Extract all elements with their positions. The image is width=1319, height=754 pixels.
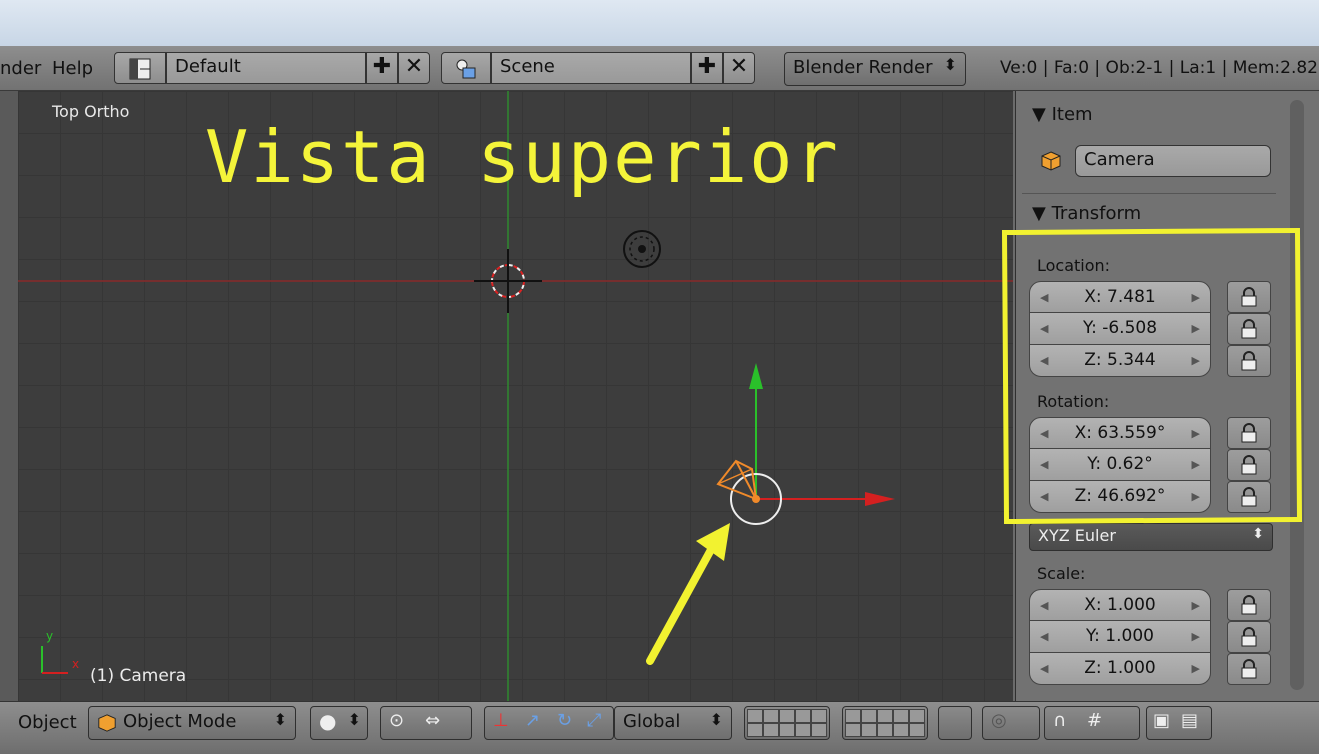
scene-icon	[456, 59, 476, 79]
lock-scale-x-icon[interactable]	[1227, 589, 1271, 621]
updown-arrows-icon: ⬍	[709, 710, 723, 729]
opengl-anim-icon: ▤	[1181, 710, 1199, 731]
mode-label: Object Mode	[123, 711, 237, 732]
axis-x-label: x	[72, 657, 80, 671]
screen-layout-field[interactable]: Default	[166, 52, 366, 84]
object-mode-icon	[98, 714, 116, 732]
scene-button[interactable]	[441, 52, 491, 84]
proportional-icon: ◎	[991, 710, 1007, 731]
render-engine-dropdown[interactable]: Blender Render ⬍	[784, 52, 966, 86]
snap-grid-icon: #	[1087, 710, 1103, 731]
lock-layers-icon[interactable]	[938, 706, 972, 740]
pivot-icon: ⊙	[389, 710, 405, 731]
lamp-icon	[623, 230, 661, 268]
object-data-icon	[1040, 150, 1062, 176]
layers-group-1[interactable]	[744, 706, 830, 740]
item-title: Item	[1051, 104, 1093, 125]
orientation-label: Global	[623, 711, 681, 732]
add-layout-button[interactable]: ✚	[366, 52, 398, 84]
help-menu[interactable]: Help	[52, 58, 93, 79]
translate-icon: ↗	[525, 710, 541, 731]
screen-layout-button[interactable]	[114, 52, 166, 84]
scale-y-field[interactable]: ◀ Y: 1.000 ▶	[1029, 621, 1211, 653]
rotation-mode-dropdown[interactable]: XYZ Euler ⬍	[1029, 523, 1273, 551]
layers-group-2[interactable]	[842, 706, 928, 740]
proportional-edit-dropdown[interactable]: ◎	[982, 706, 1040, 740]
render-engine-label: Blender Render	[793, 57, 933, 78]
scene-stats: Ve:0 | Fa:0 | Ob:2-1 | La:1 | Mem:2.82M	[1000, 58, 1319, 78]
solid-shading-icon: ●	[319, 709, 337, 733]
lock-scale-y-icon[interactable]	[1227, 621, 1271, 653]
viewport-shading-dropdown[interactable]: ● ⬍	[310, 706, 368, 740]
scale-label: Scale:	[1037, 564, 1086, 583]
manipulator-toggle-icon: ⊥	[493, 710, 509, 731]
annotation-highlight-box	[1001, 227, 1303, 525]
view-name: Top Ortho	[52, 102, 130, 121]
axis-y-label: y	[46, 629, 54, 643]
render-buttons[interactable]: ▣ ▤	[1146, 706, 1212, 740]
scene-field[interactable]: Scene	[491, 52, 691, 84]
add-scene-button[interactable]: ✚	[691, 52, 723, 84]
rotate-icon: ↻	[557, 710, 573, 731]
remove-layout-button[interactable]: ✕	[398, 52, 430, 84]
item-panel-header[interactable]: ▼ Item	[1032, 104, 1093, 125]
snap-magnet-icon: ∩	[1053, 710, 1067, 731]
layout-icon	[129, 58, 151, 80]
scale-icon: ⤢	[587, 710, 602, 731]
updown-arrows-icon: ⬍	[1252, 526, 1264, 542]
transform-panel-header[interactable]: ▼ Transform	[1032, 203, 1141, 224]
manipulator-scale-icon: ⇔	[425, 710, 441, 731]
snap-controls[interactable]: ∩ #	[1044, 706, 1140, 740]
3d-cursor-icon	[474, 249, 542, 313]
axis-gizmo-icon	[41, 646, 68, 674]
render-menu[interactable]: nder	[0, 58, 41, 79]
toolshelf-edge[interactable]	[0, 91, 18, 701]
scale-z-field[interactable]: ◀ Z: 1.000 ▶	[1029, 653, 1211, 685]
scale-x-field[interactable]: ◀ X: 1.000 ▶	[1029, 589, 1211, 621]
manipulator-buttons[interactable]: ⊥ ↗ ↻ ⤢	[484, 706, 614, 740]
opengl-render-icon: ▣	[1153, 710, 1171, 731]
object-menu[interactable]: Object	[18, 712, 77, 733]
transform-title: Transform	[1051, 203, 1142, 224]
updown-arrows-icon: ⬍	[943, 55, 957, 74]
mode-dropdown[interactable]: Object Mode ⬍	[88, 706, 296, 740]
pivot-point-dropdown[interactable]: ⊙ ⇔	[380, 706, 472, 740]
panel-divider	[1022, 193, 1276, 194]
updown-arrows-icon: ⬍	[347, 710, 361, 729]
lock-scale-z-icon[interactable]	[1227, 653, 1271, 685]
updown-arrows-icon: ⬍	[273, 710, 287, 729]
active-object-label: (1) Camera	[90, 666, 187, 686]
window-titlebar	[0, 0, 1319, 46]
overlay-title: Vista superior	[205, 115, 840, 199]
annotation-arrow-icon	[646, 523, 730, 665]
orientation-dropdown[interactable]: Global ⬍	[614, 706, 732, 740]
remove-scene-button[interactable]: ✕	[723, 52, 755, 84]
rotation-mode-value: XYZ Euler	[1038, 526, 1116, 545]
object-name-field[interactable]: Camera	[1075, 145, 1271, 177]
